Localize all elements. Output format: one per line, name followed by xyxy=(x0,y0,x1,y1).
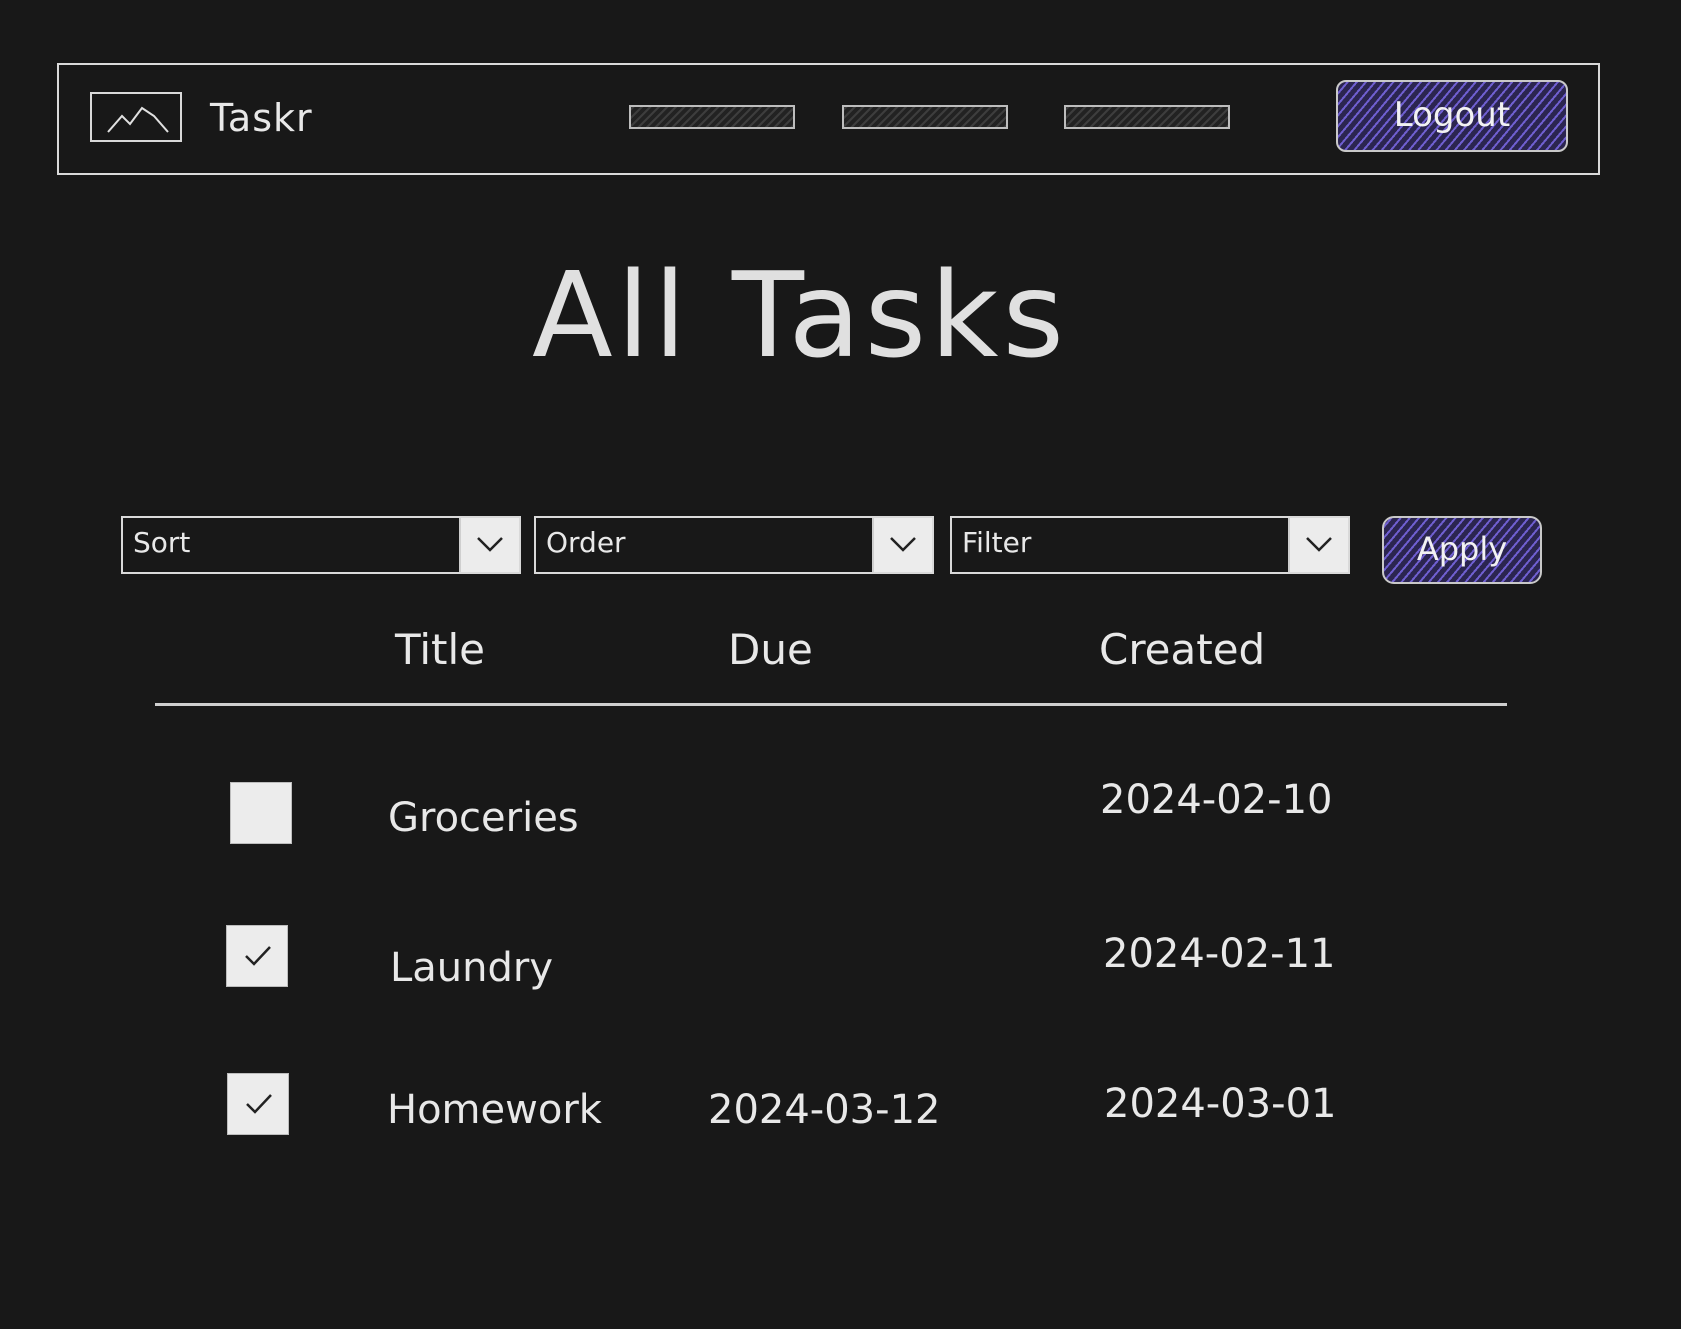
logout-button[interactable]: Logout xyxy=(1336,80,1568,152)
sort-select[interactable]: Sort xyxy=(121,516,521,574)
brand-name[interactable]: Taskr xyxy=(210,96,313,140)
task-checkbox[interactable] xyxy=(227,1073,289,1135)
task-checkbox[interactable] xyxy=(230,782,292,844)
chevron-down-icon[interactable] xyxy=(872,518,932,572)
logo-image-icon[interactable] xyxy=(90,92,182,142)
table-row: Groceries 2024-02-10 xyxy=(0,777,1681,860)
order-select-label: Order xyxy=(546,526,626,559)
chevron-down-icon[interactable] xyxy=(1288,518,1348,572)
table-row: Laundry 2024-02-11 xyxy=(0,925,1681,1005)
chevron-down-icon[interactable] xyxy=(459,518,519,572)
task-created: 2024-03-01 xyxy=(1104,1081,1337,1127)
page-title: All Tasks xyxy=(532,246,1068,384)
checkmark-icon xyxy=(246,1094,272,1114)
task-due: 2024-03-12 xyxy=(708,1087,941,1133)
column-header-created[interactable]: Created xyxy=(1099,625,1265,674)
task-created: 2024-02-10 xyxy=(1100,777,1333,823)
table-row: Homework 2024-03-12 2024-03-01 xyxy=(0,1073,1681,1153)
apply-button[interactable]: Apply xyxy=(1382,516,1542,584)
header-divider xyxy=(155,703,1507,706)
checkmark-icon xyxy=(245,946,271,966)
task-title: Groceries xyxy=(388,795,579,841)
page: Taskr Logout All Tasks Sort Order Filter… xyxy=(0,0,1681,1329)
task-checkbox[interactable] xyxy=(226,925,288,987)
order-select[interactable]: Order xyxy=(534,516,934,574)
nav-link-2[interactable] xyxy=(842,105,1008,129)
task-title: Laundry xyxy=(390,945,554,991)
nav-link-3[interactable] xyxy=(1064,105,1230,129)
column-header-title[interactable]: Title xyxy=(395,625,485,674)
nav-link-1[interactable] xyxy=(629,105,795,129)
filter-select[interactable]: Filter xyxy=(950,516,1350,574)
filter-select-label: Filter xyxy=(962,526,1032,559)
sort-select-label: Sort xyxy=(133,526,191,559)
task-title: Homework xyxy=(387,1087,602,1133)
task-created: 2024-02-11 xyxy=(1103,931,1336,977)
column-header-due[interactable]: Due xyxy=(728,625,813,674)
